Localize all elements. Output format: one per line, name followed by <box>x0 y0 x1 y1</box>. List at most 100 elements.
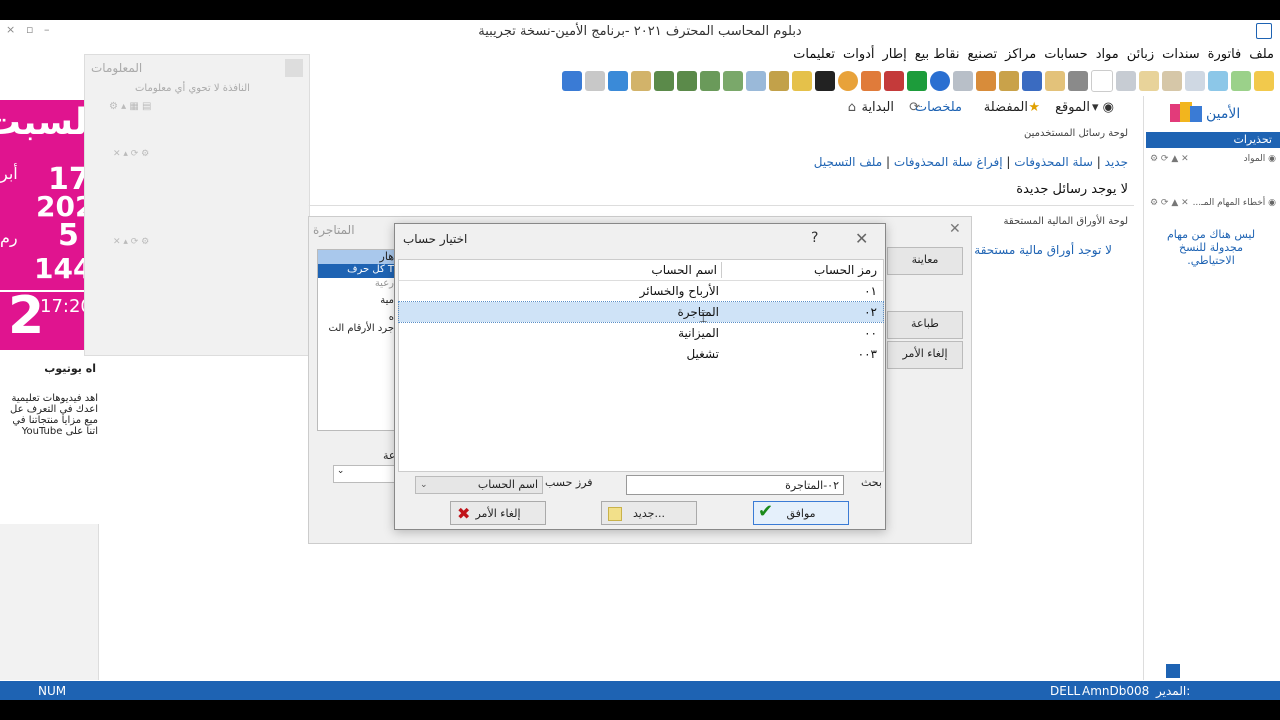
trading-list-item[interactable]: ه <box>318 312 398 323</box>
menu-pos[interactable]: نقاط بيع <box>915 47 960 62</box>
tab-site-arrow[interactable]: ▾ ◉ <box>1092 100 1114 115</box>
table-row-selected[interactable]: ٠٢ المتاجرة <box>398 301 884 323</box>
calendar-day: السبت <box>0 102 84 143</box>
calculator-icon[interactable] <box>585 71 605 91</box>
row-name: الميزانية <box>678 326 719 340</box>
pen-icon[interactable] <box>1068 71 1088 91</box>
trading-list-item[interactable]: مية <box>318 295 398 306</box>
log-file-link[interactable]: ملف التسجيل <box>814 155 882 169</box>
stack-icon[interactable] <box>884 71 904 91</box>
mouse-cursor-icon: ⌶ <box>699 310 708 326</box>
transfer-icon[interactable] <box>677 71 697 91</box>
blank-icon[interactable] <box>1091 70 1113 92</box>
menu-file[interactable]: ملف <box>1249 47 1274 62</box>
globe-icon[interactable] <box>838 71 858 91</box>
menu-tools[interactable]: أدوات <box>843 47 875 62</box>
database-name: AmnDb008 <box>1082 684 1150 698</box>
settings-icon[interactable] <box>1208 71 1228 91</box>
youtube-line-4[interactable]: اتنا على YouTube <box>0 426 98 437</box>
save-icon[interactable] <box>562 71 582 91</box>
tab-home[interactable]: البداية <box>861 100 894 115</box>
choose-account-dialog: اختيار حساب ? ✕ رمز الحساب اسم الحساب ٠١… <box>394 223 886 530</box>
tab-summaries[interactable]: ملخصات <box>915 100 962 115</box>
refresh-icon[interactable] <box>608 71 628 91</box>
menu-centers[interactable]: مراكز <box>1005 47 1036 62</box>
menu-customers[interactable]: زبائن <box>1127 47 1154 62</box>
edit-icon[interactable] <box>1045 71 1065 91</box>
app-window: × ▫ – دبلوم المحاسب المحترف ٢٠٢١ -برنامج… <box>0 20 1280 700</box>
trading-close-icon[interactable]: ✕ <box>949 221 961 237</box>
chart-icon[interactable] <box>1231 71 1251 91</box>
hammer-icon[interactable] <box>700 71 720 91</box>
tab-site[interactable]: الموقع <box>1055 100 1090 115</box>
column-header-code[interactable]: رمز الحساب <box>814 263 877 277</box>
notes-icon[interactable] <box>1139 71 1159 91</box>
sidebar-row-tasks[interactable]: ◉ أخطاء المهام المـ... ✕ ▲ ⟳ ⚙ <box>1150 198 1276 208</box>
trading-list-item[interactable]: رعية <box>318 278 398 289</box>
users-icon[interactable] <box>792 71 812 91</box>
info-row-controls-1[interactable]: ✕ ▴ ⟳ ⚙ <box>113 149 149 159</box>
group-icon[interactable] <box>769 71 789 91</box>
menu-vouchers[interactable]: سندات <box>1162 47 1200 62</box>
trading-list-item-selected[interactable]: كل حرف T <box>318 264 398 278</box>
menu-invoice[interactable]: فاتورة <box>1208 47 1242 62</box>
trading-list-item[interactable]: جرد الأرقام الت <box>318 323 398 334</box>
menu-frame[interactable]: إطار <box>883 47 907 62</box>
tools-icon[interactable] <box>723 71 743 91</box>
pen-tool-icon[interactable] <box>861 71 881 91</box>
new-button-label: جديد... <box>633 507 665 520</box>
menu-materials[interactable]: مواد <box>1096 47 1119 62</box>
card-icon[interactable] <box>746 71 766 91</box>
help-icon[interactable]: ? <box>811 230 818 246</box>
info-row-controls-2[interactable]: ✕ ▴ ⟳ ⚙ <box>113 237 149 247</box>
window-icon[interactable] <box>1116 71 1136 91</box>
tab-favorites[interactable]: المفضلة <box>984 100 1028 115</box>
folder-icon[interactable] <box>1254 71 1274 91</box>
menu-help[interactable]: تعليمات <box>793 47 835 62</box>
column-header-name[interactable]: اسم الحساب <box>651 263 717 277</box>
table-row[interactable]: ٠٠٣ تشغيل <box>399 344 883 364</box>
menu-manufacturing[interactable]: تصنيع <box>967 47 997 62</box>
pencil-icon[interactable] <box>953 71 973 91</box>
table-row[interactable]: ٠٠ الميزانية <box>399 323 883 343</box>
trading-list[interactable]: هار كل حرف T رعية مية ه جرد الأرقام الت <box>317 249 399 431</box>
youtube-line-2: اعدك في التعرف عل <box>10 404 98 415</box>
report-icon[interactable] <box>1185 71 1205 91</box>
num-lock-indicator: NUM <box>38 684 67 698</box>
trading-cancel-button[interactable]: إلغاء الأمر <box>887 341 963 369</box>
scale-icon[interactable] <box>999 71 1019 91</box>
hand-icon[interactable] <box>631 71 651 91</box>
excel-icon[interactable] <box>907 71 927 91</box>
youtube-panel: اه يوتيوب اهد فيديوهات تعليمية اعدك في ا… <box>0 358 98 524</box>
calendar-hijri-year: 144 <box>34 252 84 285</box>
empty-trash-link[interactable]: إفراغ سلة المحذوفات <box>894 155 1003 169</box>
menu-accounts[interactable]: حسابات <box>1044 47 1087 62</box>
new-button[interactable]: جديد... <box>601 501 697 525</box>
refresh-tab-icon[interactable]: ⟳ <box>909 100 920 115</box>
barcode-icon[interactable] <box>815 71 835 91</box>
chart-bar-icon[interactable] <box>976 71 996 91</box>
dialog-title: اختيار حساب <box>403 232 468 246</box>
chevron-down-icon: ⌄ <box>420 480 428 490</box>
info-icon[interactable] <box>930 71 950 91</box>
trading-field-select[interactable]: ⌄ <box>333 465 397 483</box>
cancel-button[interactable]: ✖ إلغاء الأمر <box>450 501 546 525</box>
sort-select[interactable]: ⌄ اسم الحساب <box>415 476 543 494</box>
table-row[interactable]: ٠١ الأرباح والخسائر <box>399 281 883 301</box>
ok-button[interactable]: ✔ موافق <box>753 501 849 525</box>
close-icon[interactable]: ✕ <box>855 229 868 248</box>
no-messages-text: لا يوجد رسائل جديدة <box>1016 182 1128 197</box>
search-input[interactable]: ٠٢-المتاجرة <box>626 475 844 495</box>
preview-button[interactable]: معاينة <box>887 247 963 275</box>
document-icon[interactable] <box>1162 71 1182 91</box>
new-message-link[interactable]: جديد <box>1105 155 1128 169</box>
sidebar-bottom-icon[interactable] <box>1166 664 1180 678</box>
sidebar-row-materials[interactable]: ◉ المواد ✕ ▲ ⟳ ⚙ <box>1150 154 1276 164</box>
machine-name: DELL <box>1050 684 1081 698</box>
info-panel-title: المعلومات <box>91 61 143 75</box>
print-button[interactable]: طباعة <box>887 311 963 339</box>
move-icon[interactable] <box>654 71 674 91</box>
info-close-icon[interactable] <box>285 59 303 77</box>
book-icon[interactable] <box>1022 71 1042 91</box>
trash-link[interactable]: سلة المحذوفات <box>1014 155 1093 169</box>
